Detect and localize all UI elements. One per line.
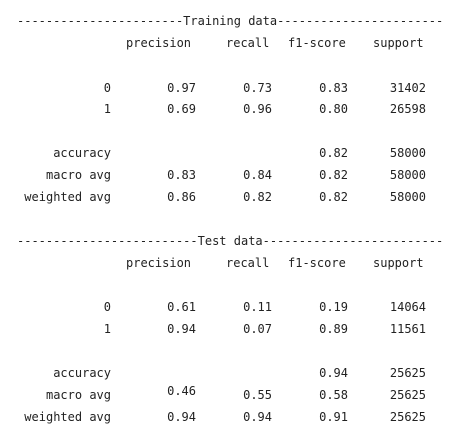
cell-f1-score: 0.94	[319, 366, 348, 380]
cell-support: 25625	[389, 410, 426, 424]
row-label: macro avg	[45, 168, 111, 182]
cell-recall: 0.82	[243, 190, 272, 204]
row-label: weighted avg	[24, 190, 111, 204]
cell-recall: 0.73	[243, 81, 272, 95]
cell-recall: 0.84	[243, 168, 272, 182]
cell-support: 58000	[389, 146, 426, 160]
cell-f1-score: 0.58	[319, 388, 348, 402]
cell-precision: 0.69	[167, 102, 196, 116]
col-header-f1-score: f1-score	[288, 256, 346, 270]
section-heading-test: -------------------------Test data------…	[17, 234, 444, 248]
cell-support: 25625	[389, 366, 426, 380]
cell-support: 25625	[389, 388, 426, 402]
cell-support: 58000	[389, 190, 426, 204]
cell-f1-score: 0.82	[319, 190, 348, 204]
cell-precision: 0.61	[167, 300, 196, 314]
cell-recall: 0.55	[243, 388, 272, 402]
cell-support: 14064	[389, 300, 426, 314]
cell-f1-score: 0.82	[319, 168, 348, 182]
cell-f1-score: 0.89	[319, 322, 348, 336]
cell-precision: 0.94	[167, 410, 196, 424]
cell-support: 26598	[389, 102, 426, 116]
cell-support: 11561	[389, 322, 426, 336]
cell-precision: 0.94	[167, 322, 196, 336]
cell-f1-score: 0.83	[319, 81, 348, 95]
cell-precision: 0.83	[167, 168, 196, 182]
col-header-support: support	[373, 256, 424, 270]
cell-f1-score: 0.91	[319, 410, 348, 424]
cell-recall: 0.11	[243, 300, 272, 314]
col-header-recall: recall	[226, 36, 270, 50]
cell-support: 31402	[389, 81, 426, 95]
col-header-precision: precision	[126, 256, 192, 270]
cell-f1-score: 0.82	[319, 146, 348, 160]
row-label: macro avg	[45, 388, 111, 402]
col-header-support: support	[373, 36, 424, 50]
section-heading-training: -----------------------Training data----…	[17, 14, 444, 28]
cell-precision: 0.46	[167, 384, 196, 398]
cell-recall: 0.94	[243, 410, 272, 424]
cell-precision: 0.86	[167, 190, 196, 204]
notebook-output: -----------------------Training data----…	[0, 0, 475, 441]
cell-recall: 0.07	[243, 322, 272, 336]
row-label: 1	[103, 322, 111, 336]
col-header-precision: precision	[126, 36, 192, 50]
row-label: accuracy	[53, 146, 111, 160]
cell-precision: 0.97	[167, 81, 196, 95]
row-label: 0	[103, 81, 111, 95]
col-header-recall: recall	[226, 256, 270, 270]
cell-f1-score: 0.19	[319, 300, 348, 314]
row-label: 1	[103, 102, 111, 116]
cell-support: 58000	[389, 168, 426, 182]
cell-recall: 0.96	[243, 102, 272, 116]
row-label: weighted avg	[24, 410, 111, 424]
row-label: accuracy	[53, 366, 111, 380]
cell-f1-score: 0.80	[319, 102, 348, 116]
row-label: 0	[103, 300, 111, 314]
col-header-f1-score: f1-score	[288, 36, 346, 50]
